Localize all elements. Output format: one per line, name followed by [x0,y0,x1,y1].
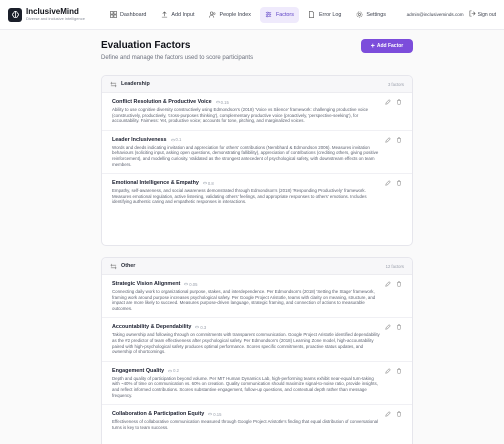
nav-label: Factors [275,11,294,18]
factor-name: Conflict Resolution & Productive Voice [112,99,212,105]
factor-description: Words and deeds indicating invitation an… [112,144,379,167]
nav-label: Settings [366,11,386,18]
gear-icon [355,11,363,19]
factor-name: Leader Inclusiveness [112,136,167,143]
edit-icon[interactable] [385,281,391,287]
grid-icon [109,11,117,19]
factor-item: Conflict Resolution & Productive Voice 0… [102,93,412,131]
scale-icon [168,369,173,373]
plus-icon: + [370,42,375,50]
scale-icon [170,138,175,142]
section-header[interactable]: Leadership 3 factors [102,76,412,93]
factor-item: Engagement Quality 0.2 Depth and quality… [102,362,412,406]
add-factor-label: Add Factor [376,43,404,49]
brain-logo-icon [8,7,22,22]
factor-name: Strategic Vision Alignment [112,281,181,287]
scale-icon [202,181,207,185]
scale-icon [215,100,220,104]
factor-name: Emotional Intelligence & Empathy [112,180,199,187]
factor-description: Depth and quality of participation beyon… [112,375,378,398]
chevron-icon [110,263,117,270]
section-count: 3 factors [387,81,404,87]
section-other: Other 12 factors Strategic Vision Alignm… [101,257,413,444]
nav-label: Add Input [171,11,195,18]
factor-weight: 0.3 [195,325,206,330]
edit-icon[interactable] [385,180,391,186]
chevron-icon [110,81,117,88]
nav-label: Dashboard [120,11,147,18]
factor-item: Collaboration & Participation Equity 0.1… [102,405,412,436]
brand[interactable]: InclusiveMind Diverse and inclusive inte… [8,7,104,22]
factor-description: Empathy, self-awareness, and social awar… [112,188,367,205]
factor-name: Engagement Quality [112,367,165,374]
factor-weight: 0.2 [168,368,179,373]
factor-item: Emotional Intelligence & Empathy 0.8 Emp… [102,174,412,211]
top-navigation: InclusiveMind Diverse and inclusive inte… [0,0,504,30]
trash-icon[interactable] [396,180,402,186]
people-icon [208,11,216,19]
factor-weight-value: 0.05 [189,281,198,287]
user-email: admin@inclusiveminds.com [406,12,464,17]
section-name: Leadership [121,81,150,87]
logout-icon [469,10,476,19]
factor-weight: 0.1 [170,137,182,143]
user-area: admin@inclusiveminds.com Sign out [407,10,496,19]
factor-weight-value: 0.2 [173,368,179,374]
factor-item: Accountability & Dependability 0.3 Takin… [102,318,412,362]
factor-name: Collaboration & Participation Equity [112,411,205,418]
nav-label: Error Log [318,11,342,18]
factor-weight: 0.15 [215,99,229,105]
page-title: Evaluation Factors [101,40,191,51]
factor-weight: 0.15 [208,412,221,417]
nav-item-error-log[interactable]: Error Log [303,7,346,23]
upload-icon [160,11,168,19]
factor-weight-value: 0.15 [220,99,229,105]
factor-weight-value: 0.3 [200,324,207,330]
factor-weight: 0.8 [202,180,214,186]
factor-description: Taking ownership and following through o… [112,332,380,355]
edit-icon[interactable] [385,324,391,330]
factor-description: Effectiveness of collaborative communica… [112,419,379,430]
sliders-icon [265,11,273,19]
factor-weight-value: 0.15 [213,411,222,417]
factor-item: Strategic Vision Alignment 0.05 Connecti… [102,275,412,319]
section-leadership: Leadership 3 factors Conflict Resolution… [101,75,413,246]
app-subtitle: Diverse and inclusive intelligence [26,15,85,21]
trash-icon[interactable] [396,137,402,143]
section-header[interactable]: Other 12 factors [102,258,412,275]
file-icon [308,11,316,19]
edit-icon[interactable] [385,99,391,105]
signout-button[interactable]: Sign out [469,10,496,19]
edit-icon[interactable] [385,368,391,374]
scale-icon [184,282,189,286]
add-factor-button[interactable]: + Add Factor [361,39,413,53]
trash-icon[interactable] [396,99,402,105]
factor-weight-value: 0.1 [175,137,182,143]
factor-weight: 0.05 [184,282,197,287]
section-count: 12 factors [385,263,404,269]
nav-item-factors[interactable]: Factors [259,6,299,23]
edit-icon[interactable] [385,411,391,417]
nav-item-people-index[interactable]: People Index [203,7,255,23]
factor-description: Connecting daily work to organizational … [112,289,376,311]
factor-item: Leader Inclusiveness 0.1 Words and deeds… [102,131,412,175]
scale-icon [195,325,200,329]
nav-item-settings[interactable]: Settings [350,7,390,23]
trash-icon[interactable] [396,281,402,287]
factor-name: Accountability & Dependability [112,324,192,331]
nav-item-add-input[interactable]: Add Input [155,7,199,23]
nav-label: People Index [219,11,251,18]
scale-icon [208,412,213,416]
section-name: Other [121,263,136,269]
edit-icon[interactable] [385,137,391,143]
factor-description: Ability to use cognitive diversity const… [112,107,369,124]
trash-icon[interactable] [396,324,402,330]
signout-label: Sign out [477,11,496,18]
trash-icon[interactable] [396,368,402,374]
factor-weight-value: 0.8 [207,180,214,186]
page-subtitle: Define and manage the factors used to sc… [101,55,254,61]
main-nav: Dashboard Add Input People Index Factors… [104,6,407,23]
nav-item-dashboard[interactable]: Dashboard [104,7,151,23]
trash-icon[interactable] [396,411,402,417]
